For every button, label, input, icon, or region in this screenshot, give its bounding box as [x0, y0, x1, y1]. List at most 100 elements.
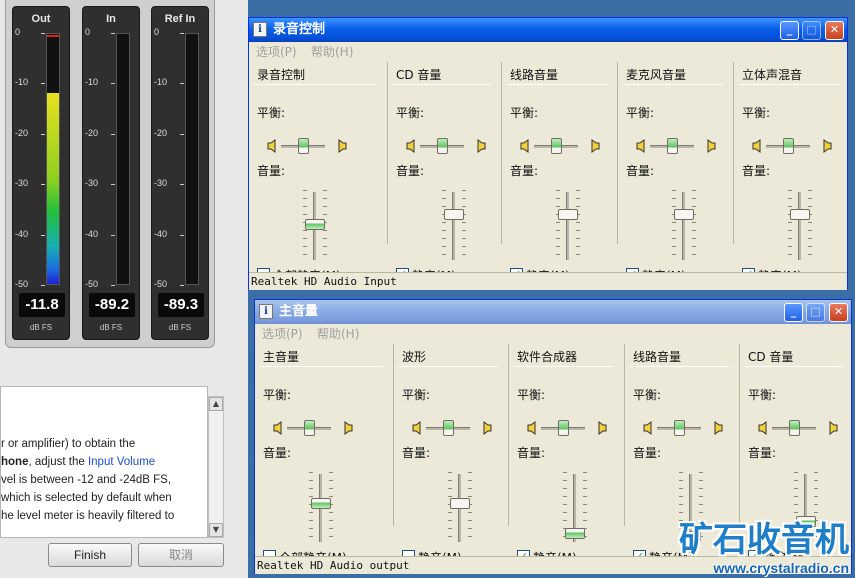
- volume-label: 音量:: [263, 446, 292, 460]
- recording-control-window: i 录音控制 _ □ ✕ 选项(P) 帮助(H) 录音控制平衡:音量:全部静音(…: [248, 17, 848, 290]
- help-line: r or amplifier) to obtain the: [1, 438, 136, 450]
- scroll-up-icon[interactable]: ▲: [209, 397, 223, 411]
- balance-label: 平衡:: [633, 388, 662, 402]
- meter-tick-label: -20: [15, 127, 29, 138]
- volume-ticks: [788, 190, 792, 262]
- meter-tick-label: -30: [154, 178, 168, 189]
- menu-bar: 选项(P) 帮助(H): [249, 42, 847, 60]
- title-bar[interactable]: i 录音控制 _ □ ✕: [249, 18, 847, 42]
- left-speaker-icon: [752, 139, 761, 153]
- menu-bar: 选项(P) 帮助(H): [255, 324, 851, 342]
- window-title: 录音控制: [273, 22, 326, 37]
- cancel-button[interactable]: 取消: [138, 543, 224, 567]
- menu-help[interactable]: 帮助(H): [311, 43, 353, 60]
- channel-strip: 波形平衡:音量:静音(M): [394, 344, 509, 565]
- right-speaker-icon: [823, 139, 832, 153]
- volume-ticks: [556, 190, 560, 262]
- balance-slider-thumb[interactable]: [674, 420, 685, 436]
- volume-track[interactable]: [682, 192, 685, 260]
- volume-slider-thumb[interactable]: [674, 208, 694, 220]
- meter-tick-mark: [41, 184, 45, 186]
- meter-tick-label: -50: [15, 279, 29, 289]
- volume-label: 音量:: [510, 164, 539, 178]
- volume-label: 音量:: [748, 446, 777, 460]
- close-icon[interactable]: ✕: [825, 21, 844, 40]
- input-volume-link[interactable]: Input Volume: [88, 456, 155, 468]
- help-line: which is selected by default when: [1, 492, 172, 504]
- title-bar[interactable]: i 主音量 _ □ ✕: [255, 300, 851, 324]
- channel-strip: 录音控制平衡:音量:全部静音(M): [249, 62, 388, 283]
- left-speaker-icon: [636, 139, 645, 153]
- level-bar: [46, 33, 60, 285]
- volume-slider-thumb[interactable]: [311, 498, 331, 509]
- volume-label: 音量:: [402, 446, 431, 460]
- balance-slider-thumb[interactable]: [551, 138, 562, 154]
- right-speaker-icon: [829, 421, 838, 435]
- volume-slider-thumb[interactable]: [444, 208, 464, 220]
- level-unit: dB FS: [99, 323, 123, 332]
- status-bar: Realtek HD Audio Input: [249, 272, 847, 290]
- channel-strip: 线路音量平衡:音量:✓静音(M): [502, 62, 618, 283]
- meter-tick-mark: [180, 234, 184, 236]
- menu-help[interactable]: 帮助(H): [317, 325, 359, 342]
- balance-slider-thumb[interactable]: [789, 420, 800, 436]
- meter-tick-label: -20: [85, 127, 99, 138]
- level-readout: -11.8: [19, 293, 65, 317]
- volume-slider-thumb[interactable]: [565, 528, 585, 539]
- balance-slider-thumb[interactable]: [437, 138, 448, 154]
- finish-button[interactable]: Finish: [48, 543, 132, 567]
- divider: [260, 366, 383, 367]
- balance-slider-thumb[interactable]: [667, 138, 678, 154]
- scroll-down-icon[interactable]: ▼: [209, 523, 223, 537]
- channel-title: 波形: [402, 350, 427, 364]
- volume-slider-thumb[interactable]: [558, 208, 578, 220]
- meter-tick-label: -10: [15, 77, 29, 88]
- volume-track[interactable]: [452, 192, 455, 260]
- volume-slider-thumb[interactable]: [305, 219, 325, 230]
- meter-tick-label: -40: [15, 228, 29, 239]
- level-unit: dB FS: [168, 323, 192, 332]
- mixer-app-icon: i: [259, 304, 273, 319]
- maximize-icon: □: [802, 21, 821, 40]
- right-speaker-icon: [591, 139, 600, 153]
- meter-tick-mark: [111, 83, 115, 85]
- menu-options[interactable]: 选项(P): [262, 325, 303, 342]
- meter-tick-mark: [180, 184, 184, 186]
- balance-slider-thumb[interactable]: [443, 420, 454, 436]
- right-speaker-icon: [338, 139, 347, 153]
- volume-ticks: [808, 190, 812, 262]
- meter-title: Ref In: [164, 13, 196, 25]
- channel-strip: 主音量平衡:音量:全部静音(M): [255, 344, 394, 565]
- balance-label: 平衡:: [263, 388, 292, 402]
- meter-tick-label: -30: [85, 178, 99, 189]
- balance-slider-thumb[interactable]: [298, 138, 309, 154]
- level-bar: [116, 33, 130, 285]
- balance-label: 平衡:: [748, 388, 777, 402]
- balance-label: 平衡:: [402, 388, 431, 402]
- volume-track[interactable]: [798, 192, 801, 260]
- balance-slider-thumb[interactable]: [783, 138, 794, 154]
- balance-slider-thumb[interactable]: [304, 420, 315, 436]
- balance-label: 平衡:: [510, 106, 539, 120]
- maximize-icon: □: [806, 303, 825, 322]
- help-scrollbar[interactable]: ▲ ▼: [208, 396, 224, 538]
- balance-slider-thumb[interactable]: [558, 420, 569, 436]
- channel-strip: 立体声混音平衡:音量:✓静音(M): [734, 62, 849, 283]
- minimize-icon[interactable]: _: [784, 303, 803, 322]
- volume-slider-thumb[interactable]: [790, 208, 810, 220]
- meter-tick-mark: [111, 234, 115, 236]
- channel-strip: 软件合成器平衡:音量:✓静音(M): [509, 344, 625, 565]
- volume-slider-thumb[interactable]: [450, 498, 470, 509]
- minimize-icon[interactable]: _: [780, 21, 799, 40]
- volume-track[interactable]: [566, 192, 569, 260]
- menu-options[interactable]: 选项(P): [256, 43, 297, 60]
- channel-title: 线路音量: [633, 350, 682, 364]
- close-icon[interactable]: ✕: [829, 303, 848, 322]
- meter-tick-mark: [41, 234, 45, 236]
- right-speaker-icon: [483, 421, 492, 435]
- right-speaker-icon: [477, 139, 486, 153]
- channel-title: CD 音量: [396, 68, 442, 82]
- meter-tick-mark: [111, 33, 115, 34]
- right-speaker-icon: [598, 421, 607, 435]
- channel-title: 录音控制: [257, 68, 306, 82]
